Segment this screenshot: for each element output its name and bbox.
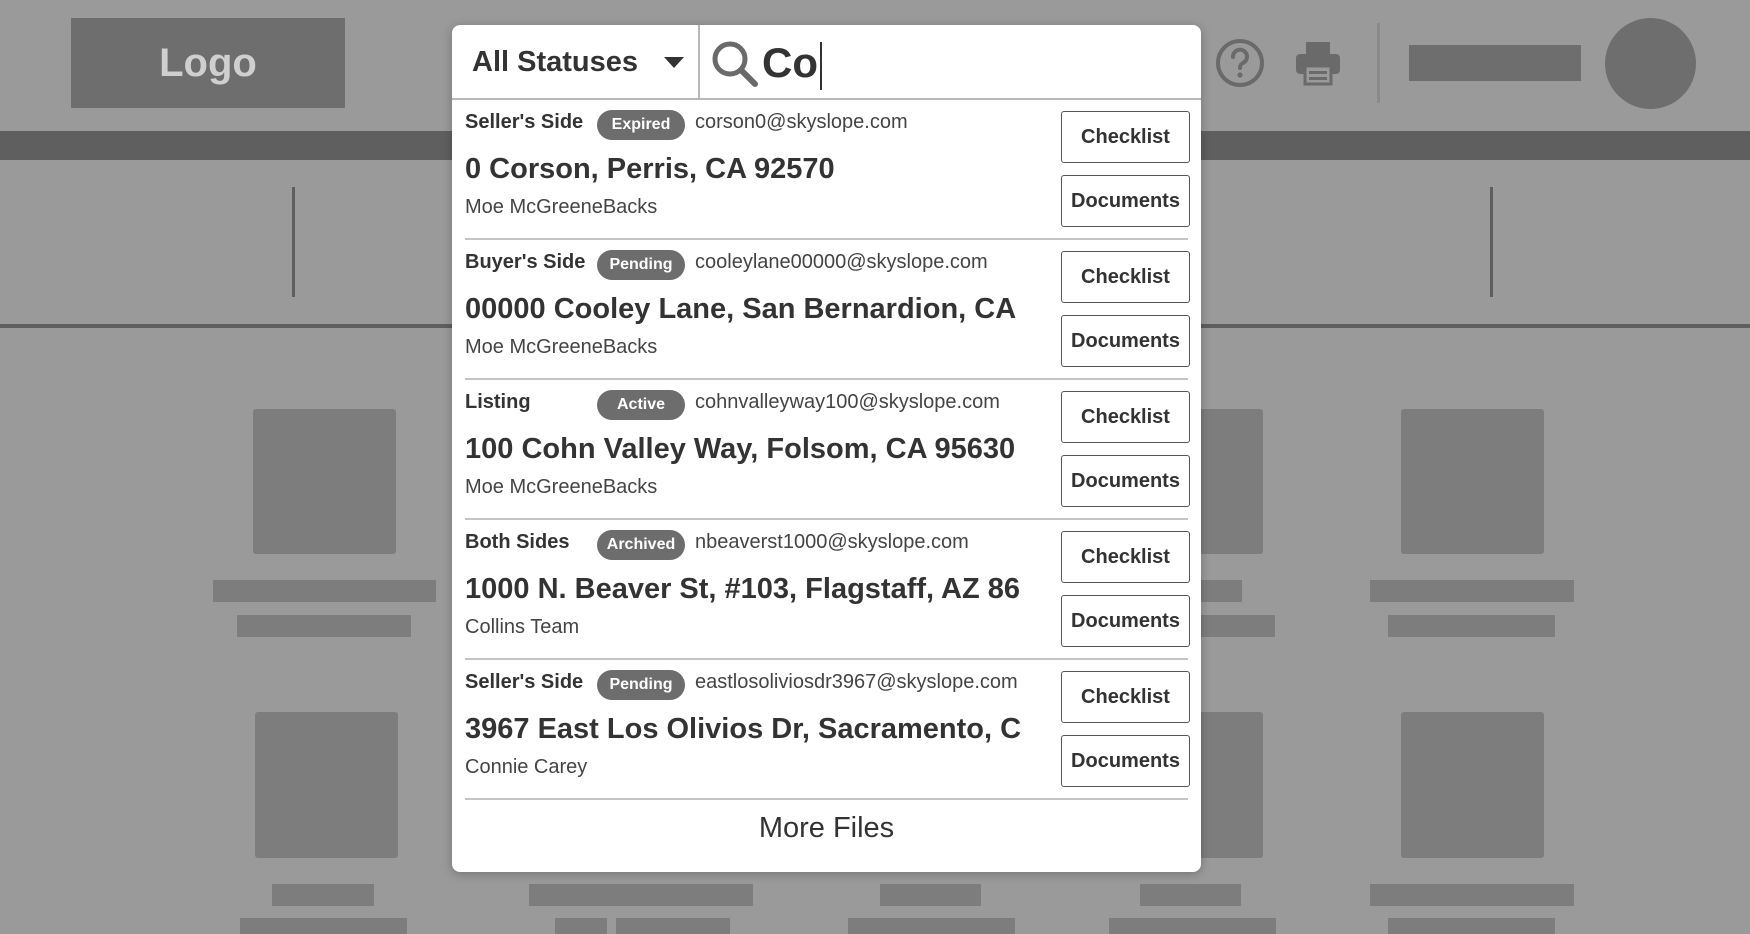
- file-card-subtitle-placeholder: [1109, 918, 1276, 934]
- transaction-side: Buyer's Side: [465, 251, 586, 273]
- file-card-subtitle-placeholder: [848, 918, 1015, 934]
- property-address[interactable]: 3967 East Los Olivios Dr, Sacramento, C: [465, 713, 1055, 746]
- checklist-button[interactable]: Checklist: [1061, 531, 1190, 583]
- file-card-thumbnail[interactable]: [253, 409, 396, 554]
- file-card-subtitle-placeholder: [1388, 918, 1555, 934]
- transaction-side: Seller's Side: [465, 111, 584, 133]
- stat-divider: [292, 187, 295, 297]
- file-card-subtitle-placeholder: [555, 918, 607, 934]
- file-card-subtitle-placeholder: [1388, 615, 1555, 637]
- search-icon: [712, 41, 758, 87]
- file-card-title-placeholder: [1370, 580, 1574, 602]
- property-address[interactable]: 0 Corson, Perris, CA 92570: [465, 153, 1055, 186]
- file-card-subtitle-placeholder: [240, 918, 407, 934]
- print-icon[interactable]: [1294, 40, 1342, 86]
- file-card-subtitle-placeholder: [237, 615, 411, 637]
- file-email: cohnvalleyway100@skyslope.com: [695, 391, 1000, 413]
- file-card-title-placeholder: [213, 580, 436, 602]
- search-result-item[interactable]: Buyer's Side Pending cooleylane00000@sky…: [465, 240, 1190, 380]
- file-card-title-placeholder: [1140, 884, 1241, 906]
- status-badge: Archived: [597, 530, 685, 560]
- file-card-thumbnail[interactable]: [1401, 409, 1544, 554]
- checklist-button[interactable]: Checklist: [1061, 671, 1190, 723]
- agent-name: Collins Team: [465, 616, 580, 638]
- logo[interactable]: Logo: [71, 18, 345, 108]
- status-filter-label: All Statuses: [472, 46, 638, 78]
- status-badge: Expired: [597, 110, 685, 140]
- property-address[interactable]: 100 Cohn Valley Way, Folsom, CA 95630: [465, 433, 1055, 466]
- file-card-title-placeholder: [272, 884, 374, 906]
- search-result-item[interactable]: Seller's Side Expired corson0@skyslope.c…: [465, 100, 1190, 240]
- search-bar: All Statuses: [452, 25, 1201, 100]
- transaction-side: Listing: [465, 391, 531, 413]
- status-badge: Active: [597, 390, 685, 420]
- documents-button[interactable]: Documents: [1061, 175, 1190, 227]
- documents-button[interactable]: Documents: [1061, 735, 1190, 787]
- status-badge: Pending: [597, 670, 685, 700]
- agent-name: Moe McGreeneBacks: [465, 336, 658, 358]
- user-name-placeholder[interactable]: [1409, 45, 1581, 81]
- file-card-title-placeholder: [1370, 884, 1574, 906]
- file-email: eastlosoliviosdr3967@skyslope.com: [695, 671, 1018, 693]
- search-result-item[interactable]: Seller's Side Pending eastlosoliviosdr39…: [465, 660, 1190, 800]
- more-files-link[interactable]: More Files: [452, 808, 1201, 848]
- header-divider: [1377, 23, 1380, 103]
- file-card-title-placeholder: [529, 884, 753, 906]
- search-result-item[interactable]: Listing Active cohnvalleyway100@skyslope…: [465, 380, 1190, 520]
- avatar[interactable]: [1605, 18, 1696, 109]
- status-filter-select[interactable]: All Statuses: [452, 25, 700, 100]
- property-address[interactable]: 1000 N. Beaver St, #103, Flagstaff, AZ 8…: [465, 573, 1055, 606]
- documents-button[interactable]: Documents: [1061, 455, 1190, 507]
- file-card-thumbnail[interactable]: [1401, 712, 1544, 858]
- search-input[interactable]: [762, 35, 1182, 90]
- file-card-title-placeholder: [880, 884, 981, 906]
- documents-button[interactable]: Documents: [1061, 315, 1190, 367]
- checklist-button[interactable]: Checklist: [1061, 391, 1190, 443]
- agent-name: Connie Carey: [465, 756, 588, 778]
- search-dropdown: All Statuses Seller's Side Expired corso…: [452, 25, 1201, 872]
- file-card-thumbnail[interactable]: [255, 712, 398, 858]
- property-address[interactable]: 00000 Cooley Lane, San Bernardion, CA: [465, 293, 1055, 326]
- status-badge: Pending: [597, 250, 685, 280]
- file-email: cooleylane00000@skyslope.com: [695, 251, 988, 273]
- transaction-side: Seller's Side: [465, 671, 584, 693]
- text-cursor: [820, 42, 822, 90]
- file-card-subtitle-placeholder: [616, 918, 730, 934]
- chevron-down-icon: [664, 57, 684, 68]
- search-result-item[interactable]: Both Sides Archived nbeaverst1000@skyslo…: [465, 520, 1190, 660]
- agent-name: Moe McGreeneBacks: [465, 476, 658, 498]
- agent-name: Moe McGreeneBacks: [465, 196, 658, 218]
- documents-button[interactable]: Documents: [1061, 595, 1190, 647]
- file-email: nbeaverst1000@skyslope.com: [695, 531, 969, 553]
- transaction-side: Both Sides: [465, 531, 570, 553]
- stat-divider: [1490, 187, 1493, 297]
- checklist-button[interactable]: Checklist: [1061, 111, 1190, 163]
- checklist-button[interactable]: Checklist: [1061, 251, 1190, 303]
- help-icon[interactable]: [1214, 37, 1266, 89]
- file-email: corson0@skyslope.com: [695, 111, 908, 133]
